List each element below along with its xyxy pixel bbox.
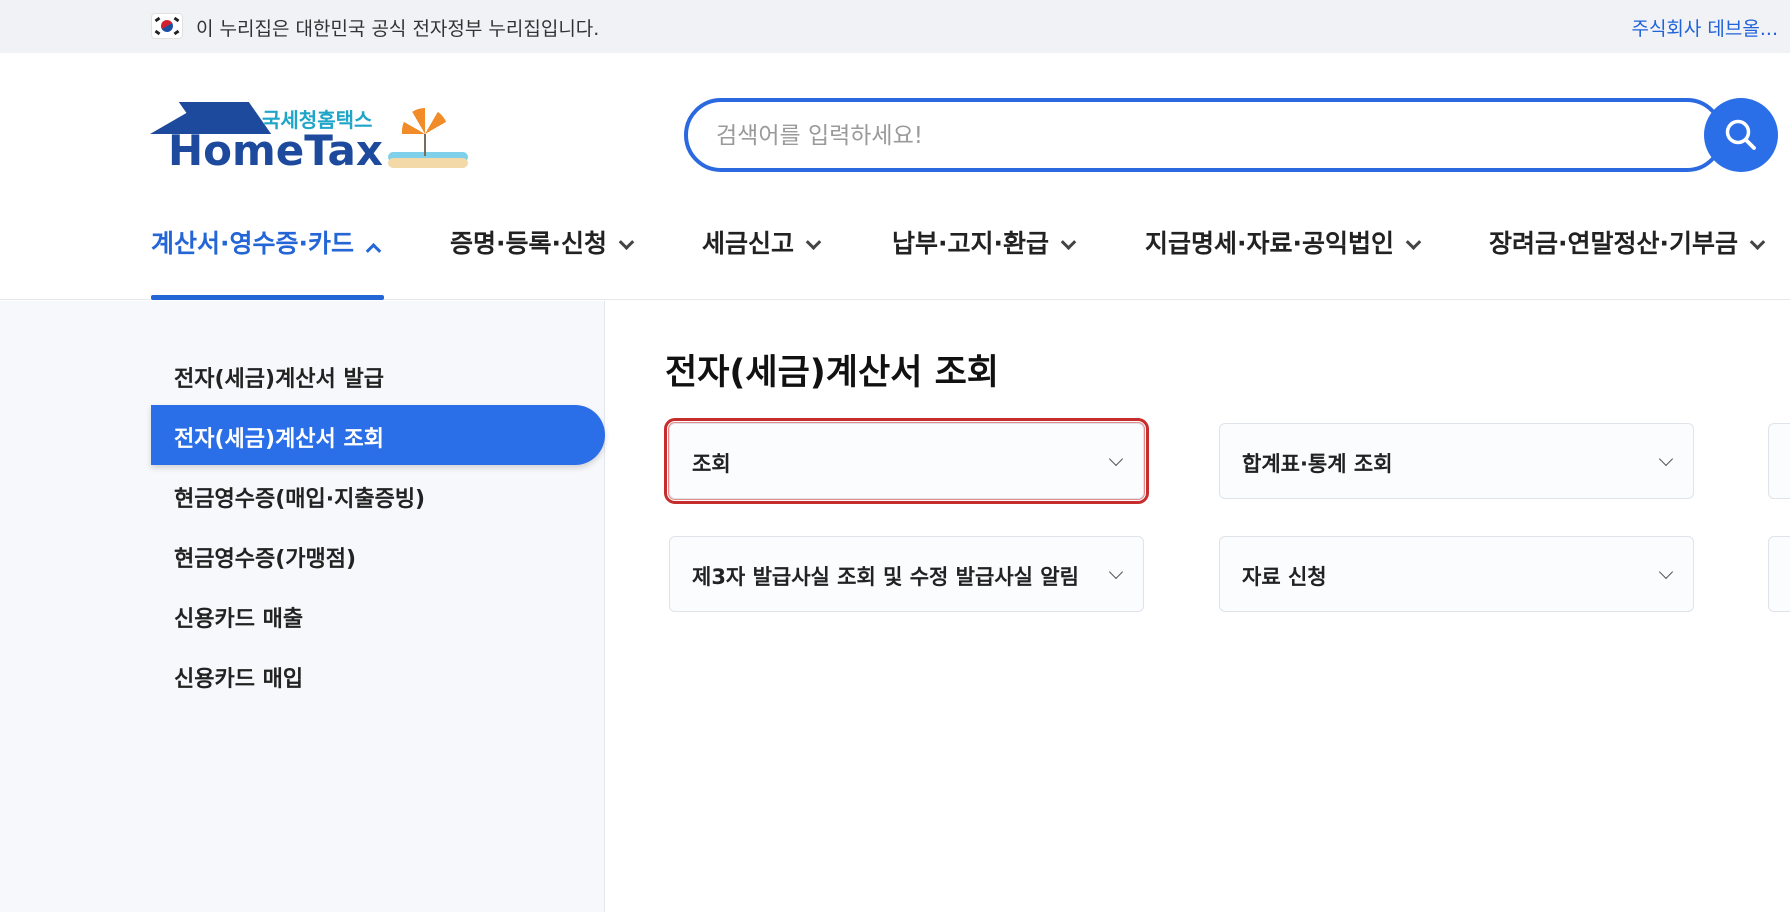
card-data-request[interactable]: 자료 신청 [1219,536,1694,612]
hometax-logo[interactable]: 국세청홈택스 HomeTax [150,98,470,176]
page-title: 전자(세금)계산서 조회 [665,353,999,393]
chevron-down-icon [1658,564,1674,580]
gnb-item-invoice-receipt-card[interactable]: 계산서·영수증·카드 [151,224,382,260]
chevron-down-icon [618,234,635,251]
beach-umbrella-icon [388,108,470,170]
card-summary-statistics[interactable]: 합계표·통계 조회 [1219,423,1694,499]
side-item-label: 전자(세금)계산서 조회 [174,427,384,452]
card-label: 조회 [692,452,731,476]
side-item-invoice-inquiry[interactable]: 전자(세금)계산서 조회 [151,405,605,465]
chevron-down-icon [1658,451,1674,467]
search-icon [1725,119,1756,150]
gnb-item-certificate-register[interactable]: 증명·등록·신청 [450,224,635,260]
gnb-active-underline [151,295,384,300]
logo-english-text: HomeTax [168,126,383,175]
side-item-credit-card-sales[interactable]: 신용카드 매출 [174,601,303,633]
gnb-item-incentive-yearend[interactable]: 장려금·연말정산·기부금 [1489,224,1766,260]
gnb-item-payment-statement[interactable]: 지급명세·자료·공익법인 [1145,224,1422,260]
korea-flag-icon [152,14,182,38]
side-item-invoice-issue[interactable]: 전자(세금)계산서 발급 [174,361,384,393]
company-link[interactable]: 주식회사 데브올... [1631,14,1778,41]
card-label: 합계표·통계 조회 [1242,452,1393,476]
card-third-party-issue[interactable]: 제3자 발급사실 조회 및 수정 발급사실 알림 [669,536,1144,612]
gov-banner: 이 누리집은 대한민국 공식 전자정부 누리집입니다. 주식회사 데브올... [0,0,1790,53]
global-nav: 계산서·영수증·카드 증명·등록·신청 세금신고 납부·고지·환급 지급명세·자… [0,210,1790,300]
search-box [684,98,1724,172]
gnb-item-tax-filing[interactable]: 세금신고 [702,224,822,260]
card-partial[interactable] [1768,536,1790,612]
chevron-down-icon [1108,564,1124,580]
chevron-down-icon [1108,451,1124,467]
chevron-down-icon [1405,234,1422,251]
card-label: 제3자 발급사실 조회 및 수정 발급사실 알림 [692,565,1079,589]
search-button[interactable] [1704,98,1778,172]
card-partial[interactable] [1768,423,1790,499]
chevron-up-icon [365,242,382,259]
card-inquiry[interactable]: 조회 [664,418,1149,504]
chevron-down-icon [805,234,822,251]
gov-banner-text: 이 누리집은 대한민국 공식 전자정부 누리집입니다. [196,18,600,40]
gnb-item-payment-refund[interactable]: 납부·고지·환급 [892,224,1077,260]
chevron-down-icon [1060,234,1077,251]
card-label: 자료 신청 [1242,565,1327,589]
side-item-cash-receipt-merchant[interactable]: 현금영수증(가맹점) [174,541,356,573]
chevron-down-icon [1749,234,1766,251]
side-item-credit-card-purchase[interactable]: 신용카드 매입 [174,661,303,693]
side-item-cash-receipt-purchase[interactable]: 현금영수증(매입·지출증빙) [174,481,425,513]
search-input[interactable] [716,116,1616,156]
